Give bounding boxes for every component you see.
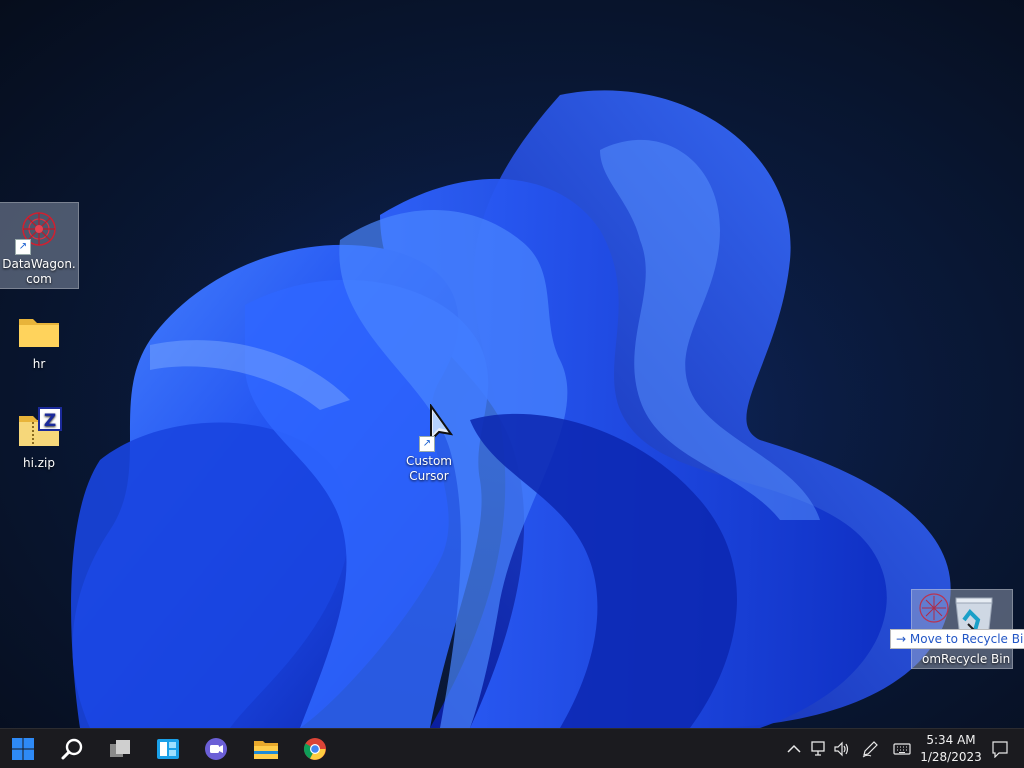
file-explorer-icon <box>254 741 278 759</box>
shortcut-arrow-icon: ↗ <box>419 436 435 452</box>
desktop[interactable]: ↗ DataWagon.com hr Z hi.zip ↗ Custom Cur… <box>0 0 1024 728</box>
search-icon <box>61 738 83 760</box>
show-hidden-icons-button[interactable] <box>784 739 804 759</box>
chrome-button[interactable] <box>299 733 331 765</box>
wallpaper-bloom <box>40 90 1000 728</box>
taskbar-clock[interactable]: 5:34 AM 1/28/2023 <box>918 732 984 766</box>
drag-ghost-label: omRecycle Bin <box>922 652 1011 666</box>
taskbar: 5:34 AM 1/28/2023 <box>0 728 1024 768</box>
notification-icon <box>992 741 1008 758</box>
icon-label: DataWagon.com <box>2 257 76 286</box>
shortcut-arrow-icon: ↗ <box>15 239 31 255</box>
icon-label: hr <box>32 357 46 371</box>
clock-date: 1/28/2023 <box>920 750 982 764</box>
network-button[interactable] <box>808 739 828 759</box>
notification-center-button[interactable] <box>990 739 1010 759</box>
volume-icon <box>834 741 849 757</box>
windows-start-icon <box>12 738 34 760</box>
file-explorer-button[interactable] <box>250 733 282 765</box>
start-button[interactable] <box>7 733 39 765</box>
widgets-icon <box>157 739 179 759</box>
desktop-icon-hr-folder[interactable]: hr <box>0 303 78 372</box>
zip-folder-icon: Z <box>15 406 63 454</box>
task-view-button[interactable] <box>104 733 136 765</box>
drag-tooltip: → Move to Recycle Bin <box>890 629 1024 649</box>
clock-time: 5:34 AM <box>926 733 976 747</box>
desktop-icon-datawagon[interactable]: ↗ DataWagon.com <box>0 202 79 289</box>
cursor-shortcut-icon: ↗ <box>405 402 454 452</box>
widgets-button[interactable] <box>152 733 184 765</box>
chat-icon <box>205 738 227 760</box>
search-button[interactable] <box>56 733 88 765</box>
keyboard-icon <box>893 743 911 755</box>
pen-menu-button[interactable] <box>860 739 880 759</box>
svg-text:Z: Z <box>44 411 56 431</box>
network-icon <box>811 741 825 756</box>
datawagon-logo-icon: ↗ <box>15 207 63 255</box>
chevron-up-icon <box>787 744 801 753</box>
icon-label: hi.zip <box>22 456 55 470</box>
icon-label: Custom Cursor <box>406 454 452 483</box>
desktop-icon-hi-zip[interactable]: Z hi.zip <box>0 402 78 471</box>
volume-button[interactable] <box>832 739 852 759</box>
pen-icon <box>862 741 878 758</box>
folder-icon <box>15 307 63 355</box>
desktop-icon-custom-cursor[interactable]: ↗ Custom Cursor <box>390 400 468 484</box>
chat-button[interactable] <box>200 733 232 765</box>
touch-keyboard-button[interactable] <box>892 739 912 759</box>
task-view-icon <box>110 740 130 757</box>
chrome-icon <box>303 738 326 760</box>
